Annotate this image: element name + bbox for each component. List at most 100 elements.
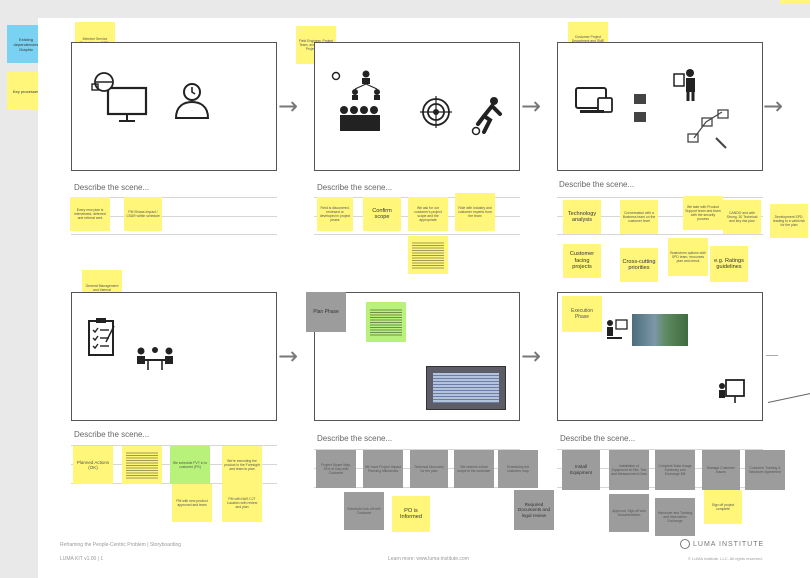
note-n6e[interactable]: Customer Training & Handover Agreement (745, 450, 785, 490)
note-n1a[interactable]: Every new plan is interviewed, deferred … (70, 197, 110, 231)
luma-logo-mark-icon (680, 539, 690, 549)
note-n2a[interactable]: Field is discovered, reviewed or develop… (317, 197, 353, 231)
note-n3c[interactable]: We take with Product Support team and te… (683, 196, 723, 230)
note-n4c[interactable]: We schedule PVT in to customer (PS) (170, 446, 210, 484)
note-n5b[interactable]: We have Project Impact Planning Mileston… (363, 450, 403, 488)
handwriting-scribble (126, 451, 158, 479)
site-photo (632, 314, 688, 346)
note-text: PM with new product approved and team (176, 499, 208, 507)
note-text: Cross-cutting priorities (622, 258, 656, 271)
note-n5g[interactable]: PO is Informed (392, 496, 430, 532)
footer-learn-more-link[interactable]: Learn more: www.luma-institute.com (388, 556, 469, 562)
note-n5-scribbles[interactable] (366, 302, 406, 342)
note-text: Conversation with a Business team on the… (622, 211, 656, 223)
note-text: Installation of Equipment at Site, Test … (611, 464, 647, 476)
checklist-clipboard-icon (88, 318, 115, 356)
footer-title: Reframing the People-Centric Problem | S… (60, 542, 182, 548)
note-text: e.g. Ratings guidelines (714, 257, 744, 270)
note-text: Install Equipment (570, 464, 592, 475)
note-n2c[interactable]: We ask for our customer's project scope … (408, 197, 448, 231)
note-n5a[interactable]: Project Scope Map, 25% of Gap with Custo… (316, 450, 356, 488)
devices-icon (575, 87, 646, 122)
meeting-table-icon (137, 347, 173, 370)
scene-1-describe-label: Describe the scene... (74, 183, 150, 192)
process-flow-icon (687, 109, 729, 149)
note-text: Complete Data Usage Summary and Exchange… (658, 464, 692, 476)
handwriting-scribble (412, 241, 444, 269)
side-note-text: Key processes (12, 88, 40, 94)
note-text: Every new plan is interviewed, deferred … (74, 208, 106, 220)
note-n5h[interactable]: Required Documents and legal review (514, 490, 554, 530)
note-n3i[interactable]: e.g. Ratings guidelines (710, 246, 748, 282)
note-n3b[interactable]: Conversation with a Business team on the… (620, 200, 658, 234)
soccer-player-icon (471, 97, 502, 136)
note-n3d[interactable]: CANDO and with Strong, 30 Technical and … (723, 200, 761, 234)
note-n6d[interactable]: Manage Customer Issues (702, 450, 740, 490)
scene-6-header-note[interactable]: Execution Phase (562, 296, 602, 332)
note-text: Field is discovered, reviewed or develop… (319, 206, 351, 222)
note-n4f[interactable]: PM with NAS CJT Location with review and… (222, 484, 262, 522)
note-n3a[interactable]: Technology analysis (563, 200, 601, 234)
target-icon (420, 96, 452, 128)
luma-logo: LUMA INSTITUTE (680, 539, 764, 549)
support-agent-icon (174, 83, 210, 119)
scene-3-line (557, 234, 763, 235)
luma-logo-text: LUMA INSTITUTE (693, 540, 765, 548)
note-n5d[interactable]: We reserve a final scope in the customer (454, 450, 494, 488)
note-n6f[interactable]: Approval, Sign-off and Documentation (609, 494, 649, 532)
note-n6g[interactable]: Handover and Training and Information Ex… (655, 498, 695, 536)
arrow-s2-s3: → (521, 92, 542, 120)
presentation-board-icon (719, 379, 745, 403)
screenshot-table (433, 373, 499, 403)
scene-1-line (71, 234, 277, 235)
note-text: Technology analysis (567, 210, 597, 223)
footer-copyright: © LUMA Institute, LLC. All rights reserv… (688, 556, 763, 561)
note-text: PM Shows Impact / CSAR within schedule (126, 210, 160, 218)
note-text: Manage Customer Issues (707, 466, 735, 474)
team-hierarchy-icon (331, 70, 380, 131)
scene-5-describe-label: Describe the scene... (317, 434, 393, 443)
note-n4b[interactable] (122, 446, 162, 484)
arrow-s3-next: → (763, 92, 784, 120)
note-text: We ask for our customer's project scope … (414, 206, 442, 222)
scene-3-line (557, 197, 763, 198)
note-n4a[interactable]: Planned Actions (OK) (73, 446, 113, 484)
note-text: PM with NAS CJT Location with review and… (226, 497, 258, 509)
note-text: Planned Actions (OK) (76, 459, 110, 471)
note-n2b[interactable]: Confirm scope (363, 197, 401, 231)
note-n6c[interactable]: Complete Data Usage Summary and Exchange… (655, 450, 695, 490)
note-n3f[interactable]: Customer facing projects (563, 244, 601, 278)
note-n4d[interactable]: We're executing the product in the Fores… (222, 446, 262, 484)
note-text: Role with industry and customer experts … (458, 206, 492, 218)
note-n4e[interactable]: PM with new product approved and team (172, 484, 212, 522)
note-text: Approval, Sign-off and Documentation (612, 509, 646, 517)
arrow-s1-s2: → (278, 92, 299, 120)
presenter-icon (673, 69, 695, 101)
note-n6h[interactable]: Sign off project complete (704, 490, 742, 524)
note-text: Required Documents and legal review (517, 501, 551, 518)
note-text: We have Project Impact Planning Mileston… (365, 465, 401, 473)
note-n6a[interactable]: Install Equipment (562, 450, 600, 490)
note-text: Customer Training & Handover Agreement (748, 466, 782, 474)
scene-3-describe-label: Describe the scene... (559, 180, 635, 189)
note-n5c[interactable]: Technical Discovery for the plan (410, 450, 448, 488)
note-text: PO is Informed (399, 507, 423, 520)
note-text: We take with Product Support team and te… (685, 205, 721, 221)
note-n5e[interactable]: Scheduling the customer map (498, 450, 538, 488)
note-text: Brainstorm options with SPD team, resour… (670, 251, 706, 263)
note-n2d[interactable]: Role with industry and customer experts … (455, 193, 495, 231)
scene-4-describe-label: Describe the scene... (74, 430, 150, 439)
note-n6b[interactable]: Installation of Equipment at Site, Test … (609, 450, 649, 490)
planning-screenshot (426, 366, 506, 410)
note-n1b[interactable]: PM Shows Impact / CSAR within schedule (124, 197, 162, 231)
note-n3h[interactable]: Brainstorm options with SPD team, resour… (668, 238, 708, 276)
scene-5-header-note[interactable]: Plan Phase (306, 292, 346, 332)
handwriting-scribble (370, 307, 402, 337)
note-n3g[interactable]: Cross-cutting priorities (620, 248, 658, 282)
note-text: Project Scope Map, 25% of Gap with Custo… (321, 463, 351, 475)
note-text: Schedule Kick-off with Customer (347, 507, 381, 515)
note-n2-scribbles[interactable] (408, 236, 448, 274)
scene-6-describe-label: Describe the scene... (560, 434, 636, 443)
note-n5f[interactable]: Schedule Kick-off with Customer (344, 492, 384, 530)
note-n3e[interactable]: Development SPD, leading to a valid risk… (770, 204, 808, 238)
